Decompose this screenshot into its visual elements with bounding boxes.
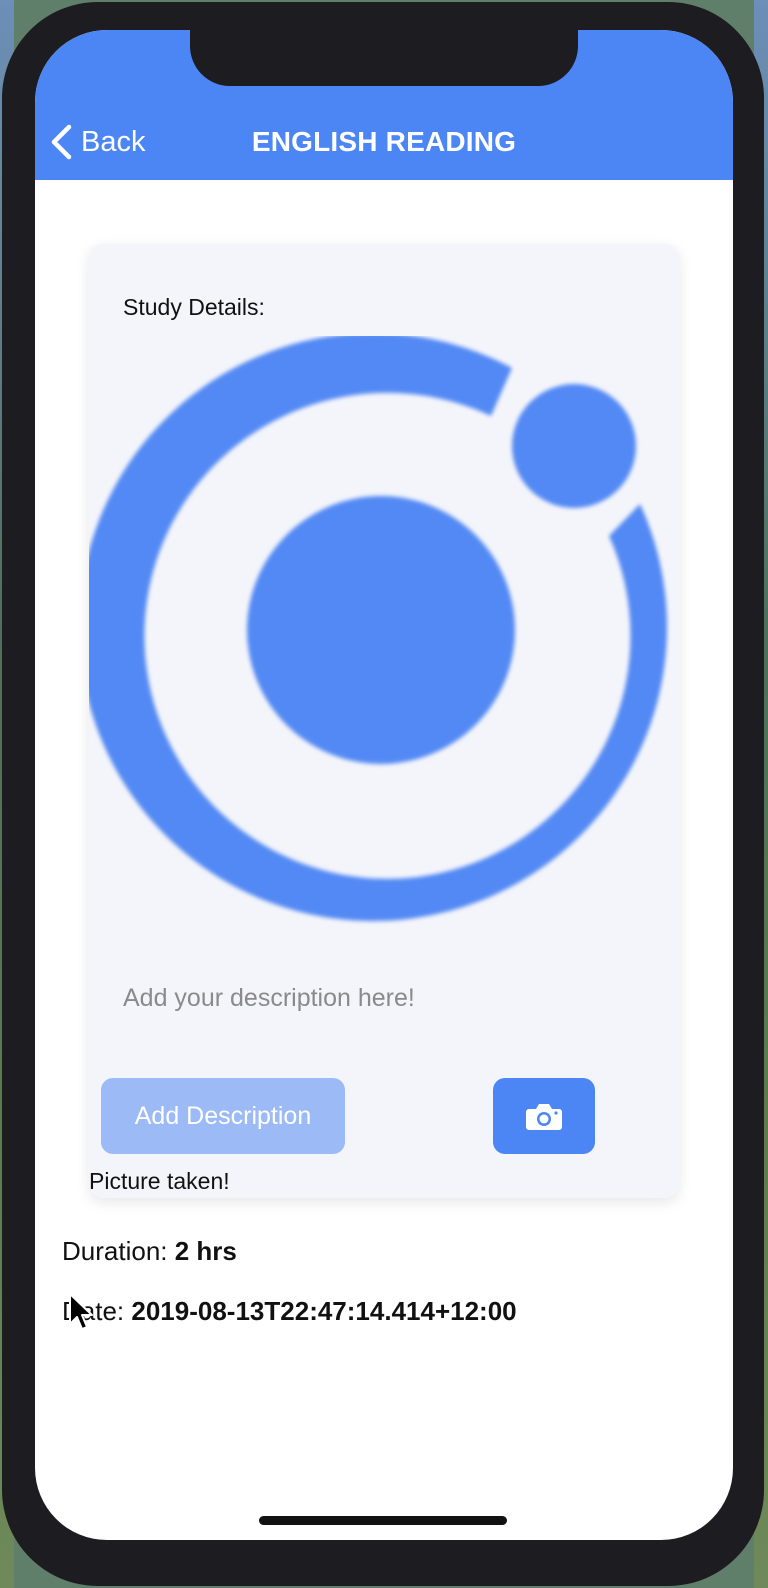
- device-notch: [190, 30, 578, 86]
- app-screen: Back ENGLISH READING Study Details: Add …: [35, 30, 733, 1540]
- date-line: Date: 2019-08-13T22:47:14.414+12:00: [62, 1296, 517, 1327]
- duration-label: Duration:: [62, 1236, 168, 1266]
- description-input[interactable]: [123, 978, 643, 1018]
- picture-status: Picture taken!: [89, 1168, 230, 1194]
- duration-line: Duration: 2 hrs: [62, 1236, 237, 1267]
- study-details-card: Study Details: Add Description: [89, 244, 679, 1198]
- date-value: 2019-08-13T22:47:14.414+12:00: [131, 1296, 517, 1326]
- phone-frame: Back ENGLISH READING Study Details: Add …: [2, 2, 764, 1586]
- duration-value: 2 hrs: [174, 1236, 237, 1266]
- home-indicator[interactable]: [259, 1516, 507, 1525]
- page-title: ENGLISH READING: [251, 126, 517, 157]
- mouse-pointer-icon: [69, 1293, 93, 1330]
- add-description-button[interactable]: Add Description: [101, 1078, 345, 1154]
- card-title: Study Details:: [123, 294, 265, 320]
- camera-button[interactable]: [493, 1078, 595, 1154]
- camera-icon: [526, 1104, 562, 1130]
- ionic-logo: [89, 336, 667, 922]
